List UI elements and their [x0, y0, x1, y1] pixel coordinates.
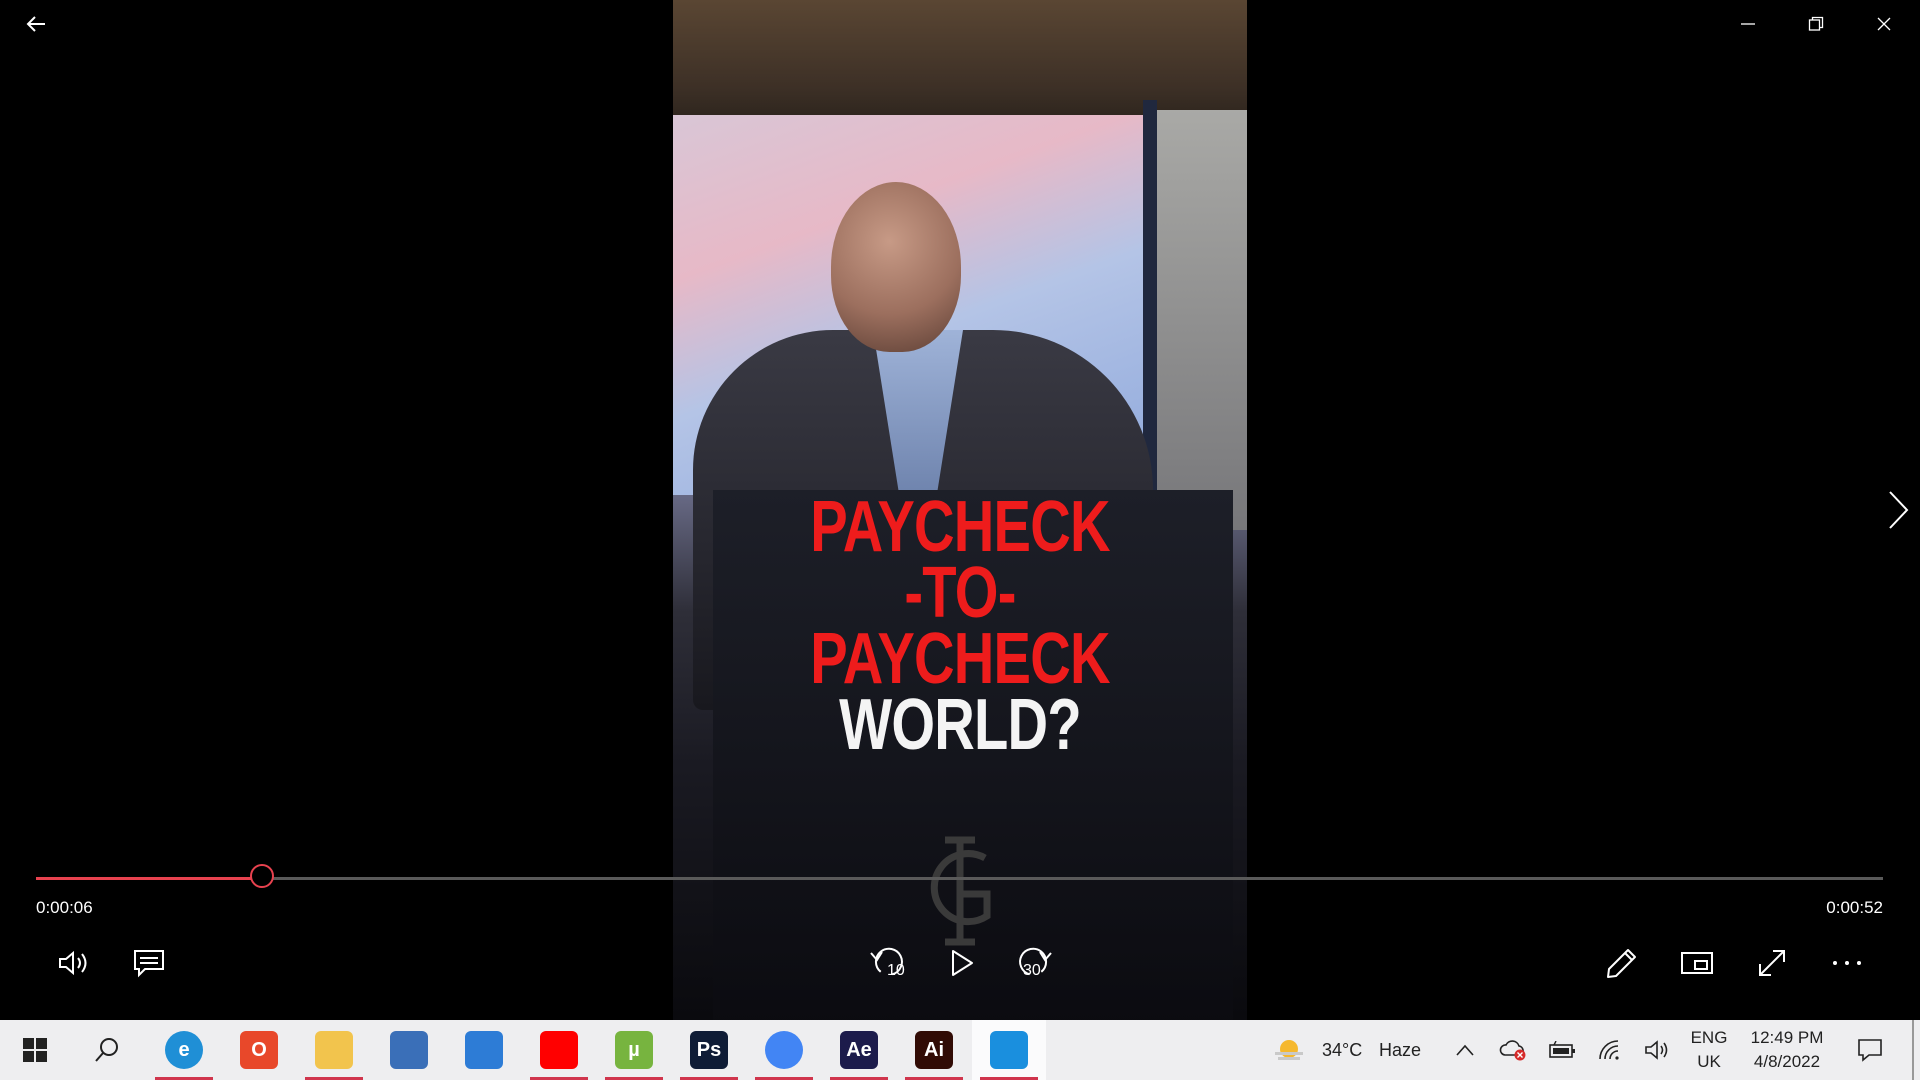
search-button[interactable]	[72, 1020, 142, 1080]
taskbar-app-after-effects[interactable]: Ae	[822, 1020, 896, 1080]
total-duration: 0:00:52	[1826, 898, 1883, 917]
play-icon	[952, 950, 973, 976]
wifi-icon	[1599, 1040, 1619, 1060]
current-time: 0:00:06	[36, 898, 93, 917]
video-ceiling	[673, 0, 1247, 125]
weather-temperature[interactable]: 34°C	[1322, 1040, 1362, 1061]
volume-tray-button[interactable]	[1640, 1032, 1674, 1068]
office-icon: O	[240, 1031, 278, 1069]
after-effects-icon: Ae	[840, 1031, 878, 1069]
battery-charging-icon	[1549, 1041, 1575, 1058]
fullscreen-button[interactable]	[1746, 938, 1798, 988]
taskbar-app-file-explorer[interactable]	[297, 1020, 371, 1080]
volume-button[interactable]	[48, 938, 100, 988]
chrome-icon	[765, 1031, 803, 1069]
show-hidden-icons-button[interactable]	[1450, 1032, 1480, 1068]
mail-icon	[465, 1031, 503, 1069]
video-wall	[1157, 110, 1247, 530]
seek-progress	[36, 877, 264, 880]
mini-view-icon	[1681, 952, 1713, 974]
utorrent-icon: µ	[615, 1031, 653, 1069]
taskbar-app-photoshop[interactable]: Ps	[672, 1020, 746, 1080]
seek-bar[interactable]	[36, 864, 1883, 888]
chevron-up-icon	[1456, 1044, 1474, 1056]
taskbar-app-edge[interactable]: e	[147, 1020, 221, 1080]
photoshop-icon: Ps	[690, 1031, 728, 1069]
taskbar-app-mail[interactable]	[447, 1020, 521, 1080]
overlay-line-3: PAYCHECK	[810, 619, 1110, 699]
network-button[interactable]	[1593, 1032, 1627, 1068]
seek-thumb[interactable]	[249, 864, 274, 888]
fullscreen-icon	[1759, 950, 1785, 976]
weather-haze-icon	[1275, 1040, 1303, 1060]
speaker-icon	[1645, 1040, 1668, 1060]
taskbar-app-utorrent[interactable]: µ	[597, 1020, 671, 1080]
taskbar-app-illustrator[interactable]: Ai	[897, 1020, 971, 1080]
back-arrow-icon	[26, 16, 45, 32]
battery-button[interactable]	[1545, 1032, 1579, 1068]
minimize-button[interactable]	[1714, 0, 1782, 48]
show-desktop-divider[interactable]	[1912, 1020, 1914, 1080]
start-button[interactable]	[0, 1020, 70, 1080]
illustrator-icon: Ai	[915, 1031, 953, 1069]
taskbar-app-movies-and-tv[interactable]	[972, 1020, 1046, 1080]
back-button[interactable]	[16, 6, 56, 42]
skip-forward-button[interactable]: 30	[1010, 938, 1062, 988]
taskbar-app-office[interactable]: O	[222, 1020, 296, 1080]
play-button[interactable]	[936, 938, 988, 988]
skip-forward-label: 30	[1023, 962, 1041, 979]
clock-button[interactable]: 12:49 PM 4/8/2022	[1742, 1024, 1832, 1076]
movies-and-tv-icon	[990, 1031, 1028, 1069]
monogram-logo-icon	[930, 836, 991, 946]
edge-icon: e	[165, 1031, 203, 1069]
clock-time: 12:49 PM	[1750, 1028, 1824, 1047]
minimize-icon	[1741, 23, 1755, 25]
mini-view-button[interactable]	[1671, 938, 1723, 988]
taskbar: e Oµ Ps Ae Ai 34°C Haze ENG UK 12:49 PM …	[0, 1020, 1920, 1080]
taskbar-app-chrome[interactable]	[747, 1020, 821, 1080]
edit-button[interactable]	[1596, 938, 1648, 988]
notifications-button[interactable]	[1850, 1030, 1890, 1070]
weather-condition[interactable]: Haze	[1379, 1040, 1421, 1061]
close-icon	[1877, 17, 1891, 31]
taskbar-app-youtube[interactable]	[522, 1020, 596, 1080]
overlay-line-2: -TO-	[904, 553, 1016, 633]
overlay-line-1: PAYCHECK	[810, 487, 1110, 567]
notification-center-icon	[1858, 1039, 1882, 1062]
video-overlay-caption: PAYCHECK -TO- PAYCHECK WORLD?	[673, 487, 1247, 765]
chevron-right-icon	[1889, 491, 1909, 529]
more-options-icon	[1833, 961, 1861, 965]
search-icon	[95, 1038, 118, 1062]
pencil-icon	[1607, 949, 1636, 978]
file-explorer-icon	[315, 1031, 353, 1069]
language-region: UK	[1697, 1052, 1721, 1071]
onedrive-status-button[interactable]	[1496, 1032, 1530, 1068]
video-frame[interactable]: PAYCHECK -TO- PAYCHECK WORLD?	[673, 0, 1247, 1020]
youtube-icon	[540, 1031, 578, 1069]
windows-logo-icon	[23, 1038, 47, 1062]
taskbar-app-microsoft-store[interactable]	[372, 1020, 446, 1080]
close-button[interactable]	[1850, 0, 1918, 48]
next-video-button[interactable]	[1876, 480, 1920, 540]
skip-back-button[interactable]: 10	[860, 938, 912, 988]
restore-button[interactable]	[1782, 0, 1850, 48]
clock-date: 4/8/2022	[1753, 1052, 1821, 1071]
microsoft-store-icon	[390, 1031, 428, 1069]
skip-back-label: 10	[887, 962, 905, 979]
subtitles-button[interactable]	[123, 938, 175, 988]
input-language-button[interactable]: ENG UK	[1682, 1024, 1736, 1076]
speaker-volume-icon	[59, 950, 87, 976]
cloud-error-icon	[1499, 1040, 1526, 1061]
restore-icon	[1808, 16, 1824, 31]
language-code: ENG	[1690, 1028, 1728, 1047]
more-options-button[interactable]	[1821, 938, 1873, 988]
overlay-line-4: WORLD?	[839, 685, 1082, 765]
video-speaker-head	[831, 182, 961, 352]
subtitles-icon	[134, 950, 164, 978]
